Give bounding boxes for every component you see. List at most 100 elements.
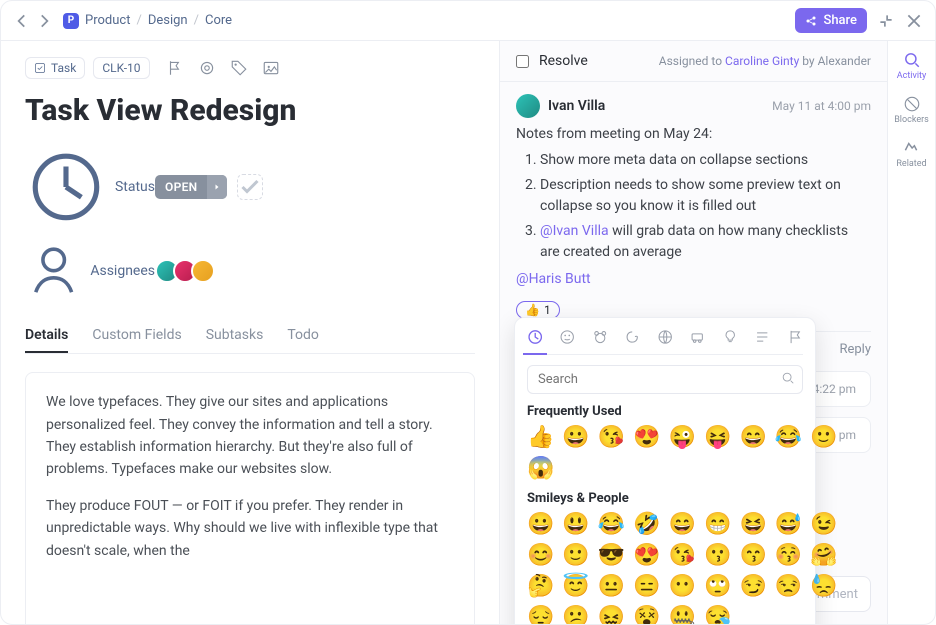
emoji-picker: Frequently Used 👍😀😘😍😜😝😄😂🙂😱 Smileys & Peo… <box>514 317 816 624</box>
emoji-item[interactable]: 😪 <box>704 605 731 624</box>
status-next-icon <box>207 175 227 199</box>
breadcrumb-item[interactable]: Design <box>148 13 188 28</box>
sprint-icon[interactable] <box>198 59 216 77</box>
workspace-badge: P <box>63 13 79 29</box>
avatar[interactable] <box>191 259 215 283</box>
description-card[interactable]: We love typefaces. They give our sites a… <box>25 372 475 624</box>
emoji-tab-symbols[interactable] <box>754 328 770 346</box>
emoji-item[interactable]: 😄 <box>739 425 766 450</box>
close-icon[interactable] <box>905 12 923 30</box>
emoji-item[interactable]: 😘 <box>669 543 696 568</box>
rail-activity[interactable]: Activity <box>897 51 926 81</box>
emoji-item[interactable]: 😒 <box>775 574 802 599</box>
emoji-item[interactable]: 😐 <box>598 574 625 599</box>
emoji-item[interactable]: 🤗 <box>810 543 837 568</box>
assignees-label: Assignees <box>25 242 155 299</box>
flag-icon[interactable] <box>166 59 184 77</box>
task-id-chip[interactable]: CLK-10 <box>93 57 149 79</box>
tab-custom-fields[interactable]: Custom Fields <box>92 319 181 353</box>
breadcrumb-item[interactable]: Core <box>205 13 232 28</box>
rail-blockers[interactable]: Blockers <box>894 95 929 125</box>
breadcrumb-item[interactable]: Product <box>85 13 130 28</box>
tab-subtasks[interactable]: Subtasks <box>206 319 264 353</box>
emoji-tab-food[interactable] <box>624 328 640 346</box>
task-type-chip[interactable]: Task <box>25 57 85 79</box>
mention[interactable]: @Ivan Villa <box>540 223 609 239</box>
task-title[interactable]: Task View Redesign <box>25 93 475 128</box>
emoji-item[interactable]: 😜 <box>669 425 696 450</box>
emoji-item[interactable]: 😀 <box>562 425 589 450</box>
comment-list-item: Show more meta data on collapse sections <box>540 150 871 171</box>
emoji-item[interactable]: 😂 <box>598 512 625 537</box>
status-label: Status <box>25 146 155 228</box>
tabs: Details Custom Fields Subtasks Todo <box>25 319 475 354</box>
emoji-item[interactable]: 😁 <box>704 512 731 537</box>
tab-todo[interactable]: Todo <box>287 319 319 353</box>
emoji-item[interactable]: 😄 <box>669 512 696 537</box>
emoji-item[interactable]: 😙 <box>739 543 766 568</box>
emoji-item[interactable]: 🤔 <box>527 574 554 599</box>
assignee-avatars[interactable] <box>155 259 215 283</box>
mention[interactable]: @Haris Butt <box>516 271 591 287</box>
back-button[interactable] <box>13 12 31 30</box>
emoji-item[interactable]: 😏 <box>739 574 766 599</box>
emoji-item[interactable]: 😚 <box>775 543 802 568</box>
emoji-tab-travel[interactable] <box>689 328 705 346</box>
show-more-button[interactable]: Show more <box>46 576 454 624</box>
comment-author[interactable]: Ivan Villa <box>548 98 605 114</box>
share-button[interactable]: Share <box>795 8 867 33</box>
tab-details[interactable]: Details <box>25 319 68 353</box>
emoji-item[interactable]: 😃 <box>562 512 589 537</box>
emoji-item[interactable]: 😊 <box>527 543 554 568</box>
emoji-item[interactable]: 😑 <box>633 574 660 599</box>
image-icon[interactable] <box>262 59 280 77</box>
assignee-link[interactable]: Caroline Ginty <box>725 54 799 68</box>
description-paragraph: They produce FOUT — or FOIT if you prefe… <box>46 495 454 562</box>
emoji-item[interactable]: 🤣 <box>633 512 660 537</box>
emoji-item[interactable]: 🙂 <box>810 425 837 450</box>
emoji-item[interactable]: 😎 <box>598 543 625 568</box>
emoji-item[interactable]: 😶 <box>669 574 696 599</box>
emoji-item[interactable]: 😅 <box>775 512 802 537</box>
emoji-item[interactable]: 👍 <box>527 425 554 450</box>
emoji-item[interactable]: 🙄 <box>704 574 731 599</box>
emoji-tab-activity[interactable] <box>657 328 673 346</box>
complete-checkbox[interactable] <box>237 174 263 200</box>
emoji-tab-flags[interactable] <box>787 328 803 346</box>
emoji-item[interactable]: 😓 <box>810 574 837 599</box>
emoji-item[interactable]: 😀 <box>527 512 554 537</box>
breadcrumb: P Product / Design / Core <box>63 13 232 29</box>
emoji-item[interactable]: 😵 <box>633 605 660 624</box>
emoji-item[interactable]: 😍 <box>633 543 660 568</box>
emoji-item[interactable]: 😕 <box>562 605 589 624</box>
emoji-item[interactable]: 😆 <box>739 512 766 537</box>
comment-list-item: @Ivan Villa will grab data on how many c… <box>540 221 871 263</box>
collapse-icon[interactable] <box>877 12 895 30</box>
emoji-search-input[interactable] <box>527 365 803 394</box>
search-icon <box>781 371 795 389</box>
emoji-item[interactable]: 😖 <box>598 605 625 624</box>
emoji-tab-recent[interactable] <box>527 328 543 346</box>
emoji-tab-animals[interactable] <box>592 328 608 346</box>
emoji-item[interactable]: 🤐 <box>669 605 696 624</box>
emoji-item[interactable]: 😍 <box>633 425 660 450</box>
tag-icon[interactable] <box>230 59 248 77</box>
resolve-checkbox[interactable] <box>516 55 529 68</box>
emoji-item[interactable]: 😝 <box>704 425 731 450</box>
emoji-item[interactable]: 😇 <box>562 574 589 599</box>
emoji-item[interactable]: 😘 <box>598 425 625 450</box>
forward-button[interactable] <box>35 12 53 30</box>
comment-list-item: Description needs to show some preview t… <box>540 175 871 217</box>
emoji-item[interactable]: 🙂 <box>562 543 589 568</box>
reply-button[interactable]: Reply <box>839 342 871 357</box>
emoji-tab-objects[interactable] <box>722 328 738 346</box>
rail-related[interactable]: Related <box>896 139 926 169</box>
emoji-item[interactable]: 😗 <box>704 543 731 568</box>
emoji-item[interactable]: 😔 <box>527 605 554 624</box>
comment-lead: Notes from meeting on May 24: <box>516 126 871 142</box>
emoji-tab-smileys[interactable] <box>559 328 575 346</box>
status-pill[interactable]: OPEN <box>155 175 227 199</box>
emoji-item[interactable]: 😂 <box>775 425 802 450</box>
emoji-item[interactable]: 😉 <box>810 512 837 537</box>
emoji-item[interactable]: 😱 <box>527 456 554 481</box>
